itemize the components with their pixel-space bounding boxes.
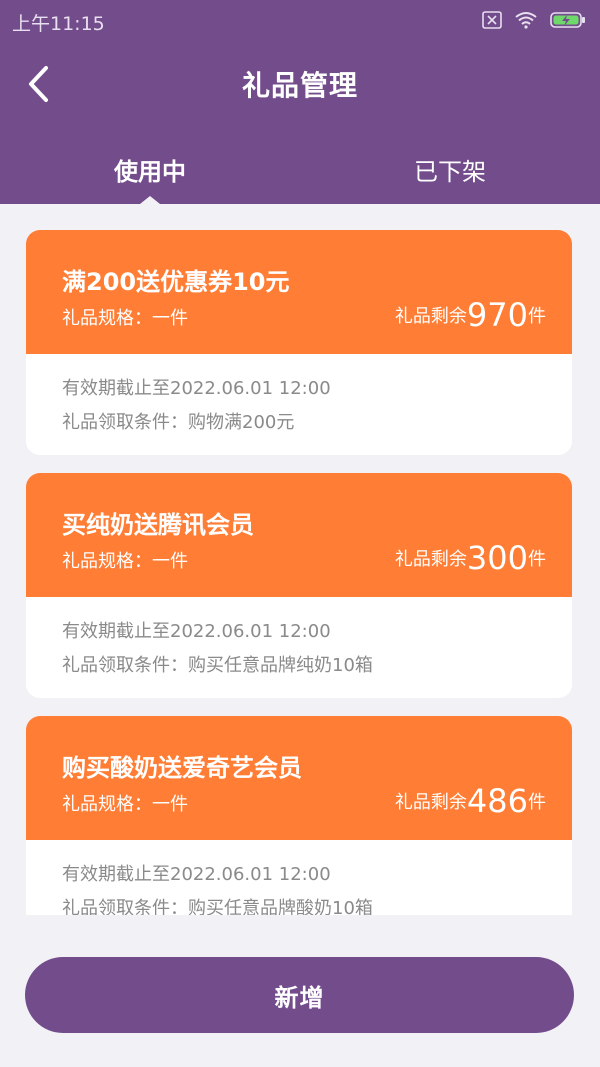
tab-bar: 使用中 已下架 [0,128,600,204]
gift-title: 买纯奶送腾讯会员 [62,511,254,539]
gift-remaining: 礼品剩余970件 [395,296,546,334]
gift-card-details: 有效期截止至2022.06.01 12:00 礼品领取条件：购买任意品牌酸奶10… [26,840,572,915]
gift-spec: 礼品规格：一件 [62,551,188,572]
gift-card-header: 购买酸奶送爱奇艺会员 礼品规格：一件 礼品剩余486件 [26,716,572,840]
remaining-unit: 件 [528,792,546,813]
gift-card-details: 有效期截止至2022.06.01 12:00 礼品领取条件：购买任意品牌纯奶10… [26,597,572,698]
gift-condition: 礼品领取条件：购买任意品牌酸奶10箱 [62,898,373,915]
remaining-unit: 件 [528,549,546,570]
gift-card-header: 满200送优惠券10元 礼品规格：一件 礼品剩余970件 [26,230,572,354]
gift-card[interactable]: 买纯奶送腾讯会员 礼品规格：一件 礼品剩余300件 有效期截止至2022.06.… [26,473,572,698]
gift-list[interactable]: 满200送优惠券10元 礼品规格：一件 礼品剩余970件 有效期截止至2022.… [0,204,600,915]
gift-remaining: 礼品剩余486件 [395,782,546,820]
tab-removed[interactable]: 已下架 [300,152,600,187]
gift-spec: 礼品规格：一件 [62,308,188,329]
gift-title: 满200送优惠券10元 [62,268,290,296]
remaining-unit: 件 [528,306,546,327]
gift-card-header: 买纯奶送腾讯会员 礼品规格：一件 礼品剩余300件 [26,473,572,597]
header: 上午11:15 礼品管理 使用中 已下架 [0,0,600,204]
gift-validity: 有效期截止至2022.06.01 12:00 [62,621,331,642]
page-title: 礼品管理 [241,69,358,102]
remaining-label: 礼品剩余 [394,549,467,570]
gift-card-details: 有效期截止至2022.06.01 12:00 礼品领取条件：购物满200元 [26,354,572,455]
remaining-count: 486 [466,782,528,820]
status-bar: 上午11:15 [0,0,600,40]
status-icons [482,9,586,31]
nav-bar: 礼品管理 [0,40,600,128]
battery-charging-icon [550,12,585,28]
sim-off-icon [482,11,502,29]
gift-remaining: 礼品剩余300件 [395,539,546,577]
gift-card[interactable]: 购买酸奶送爱奇艺会员 礼品规格：一件 礼品剩余486件 有效期截止至2022.0… [26,716,572,915]
wifi-icon [515,12,537,29]
remaining-count: 300 [466,539,528,577]
gift-validity: 有效期截止至2022.06.01 12:00 [62,378,331,399]
remaining-count: 970 [466,296,528,334]
tab-in-use[interactable]: 使用中 [0,152,300,187]
gift-title: 购买酸奶送爱奇艺会员 [62,754,302,782]
gift-condition: 礼品领取条件：购物满200元 [62,412,295,433]
active-tab-indicator [140,196,160,204]
add-gift-button[interactable]: 新增 [25,957,574,1033]
gift-condition: 礼品领取条件：购买任意品牌纯奶10箱 [62,655,373,676]
status-time: 上午11:15 [12,13,105,35]
remaining-label: 礼品剩余 [394,306,467,327]
gift-spec: 礼品规格：一件 [62,794,188,815]
gift-card[interactable]: 满200送优惠券10元 礼品规格：一件 礼品剩余970件 有效期截止至2022.… [26,230,572,455]
gift-validity: 有效期截止至2022.06.01 12:00 [62,864,331,885]
remaining-label: 礼品剩余 [394,792,467,813]
